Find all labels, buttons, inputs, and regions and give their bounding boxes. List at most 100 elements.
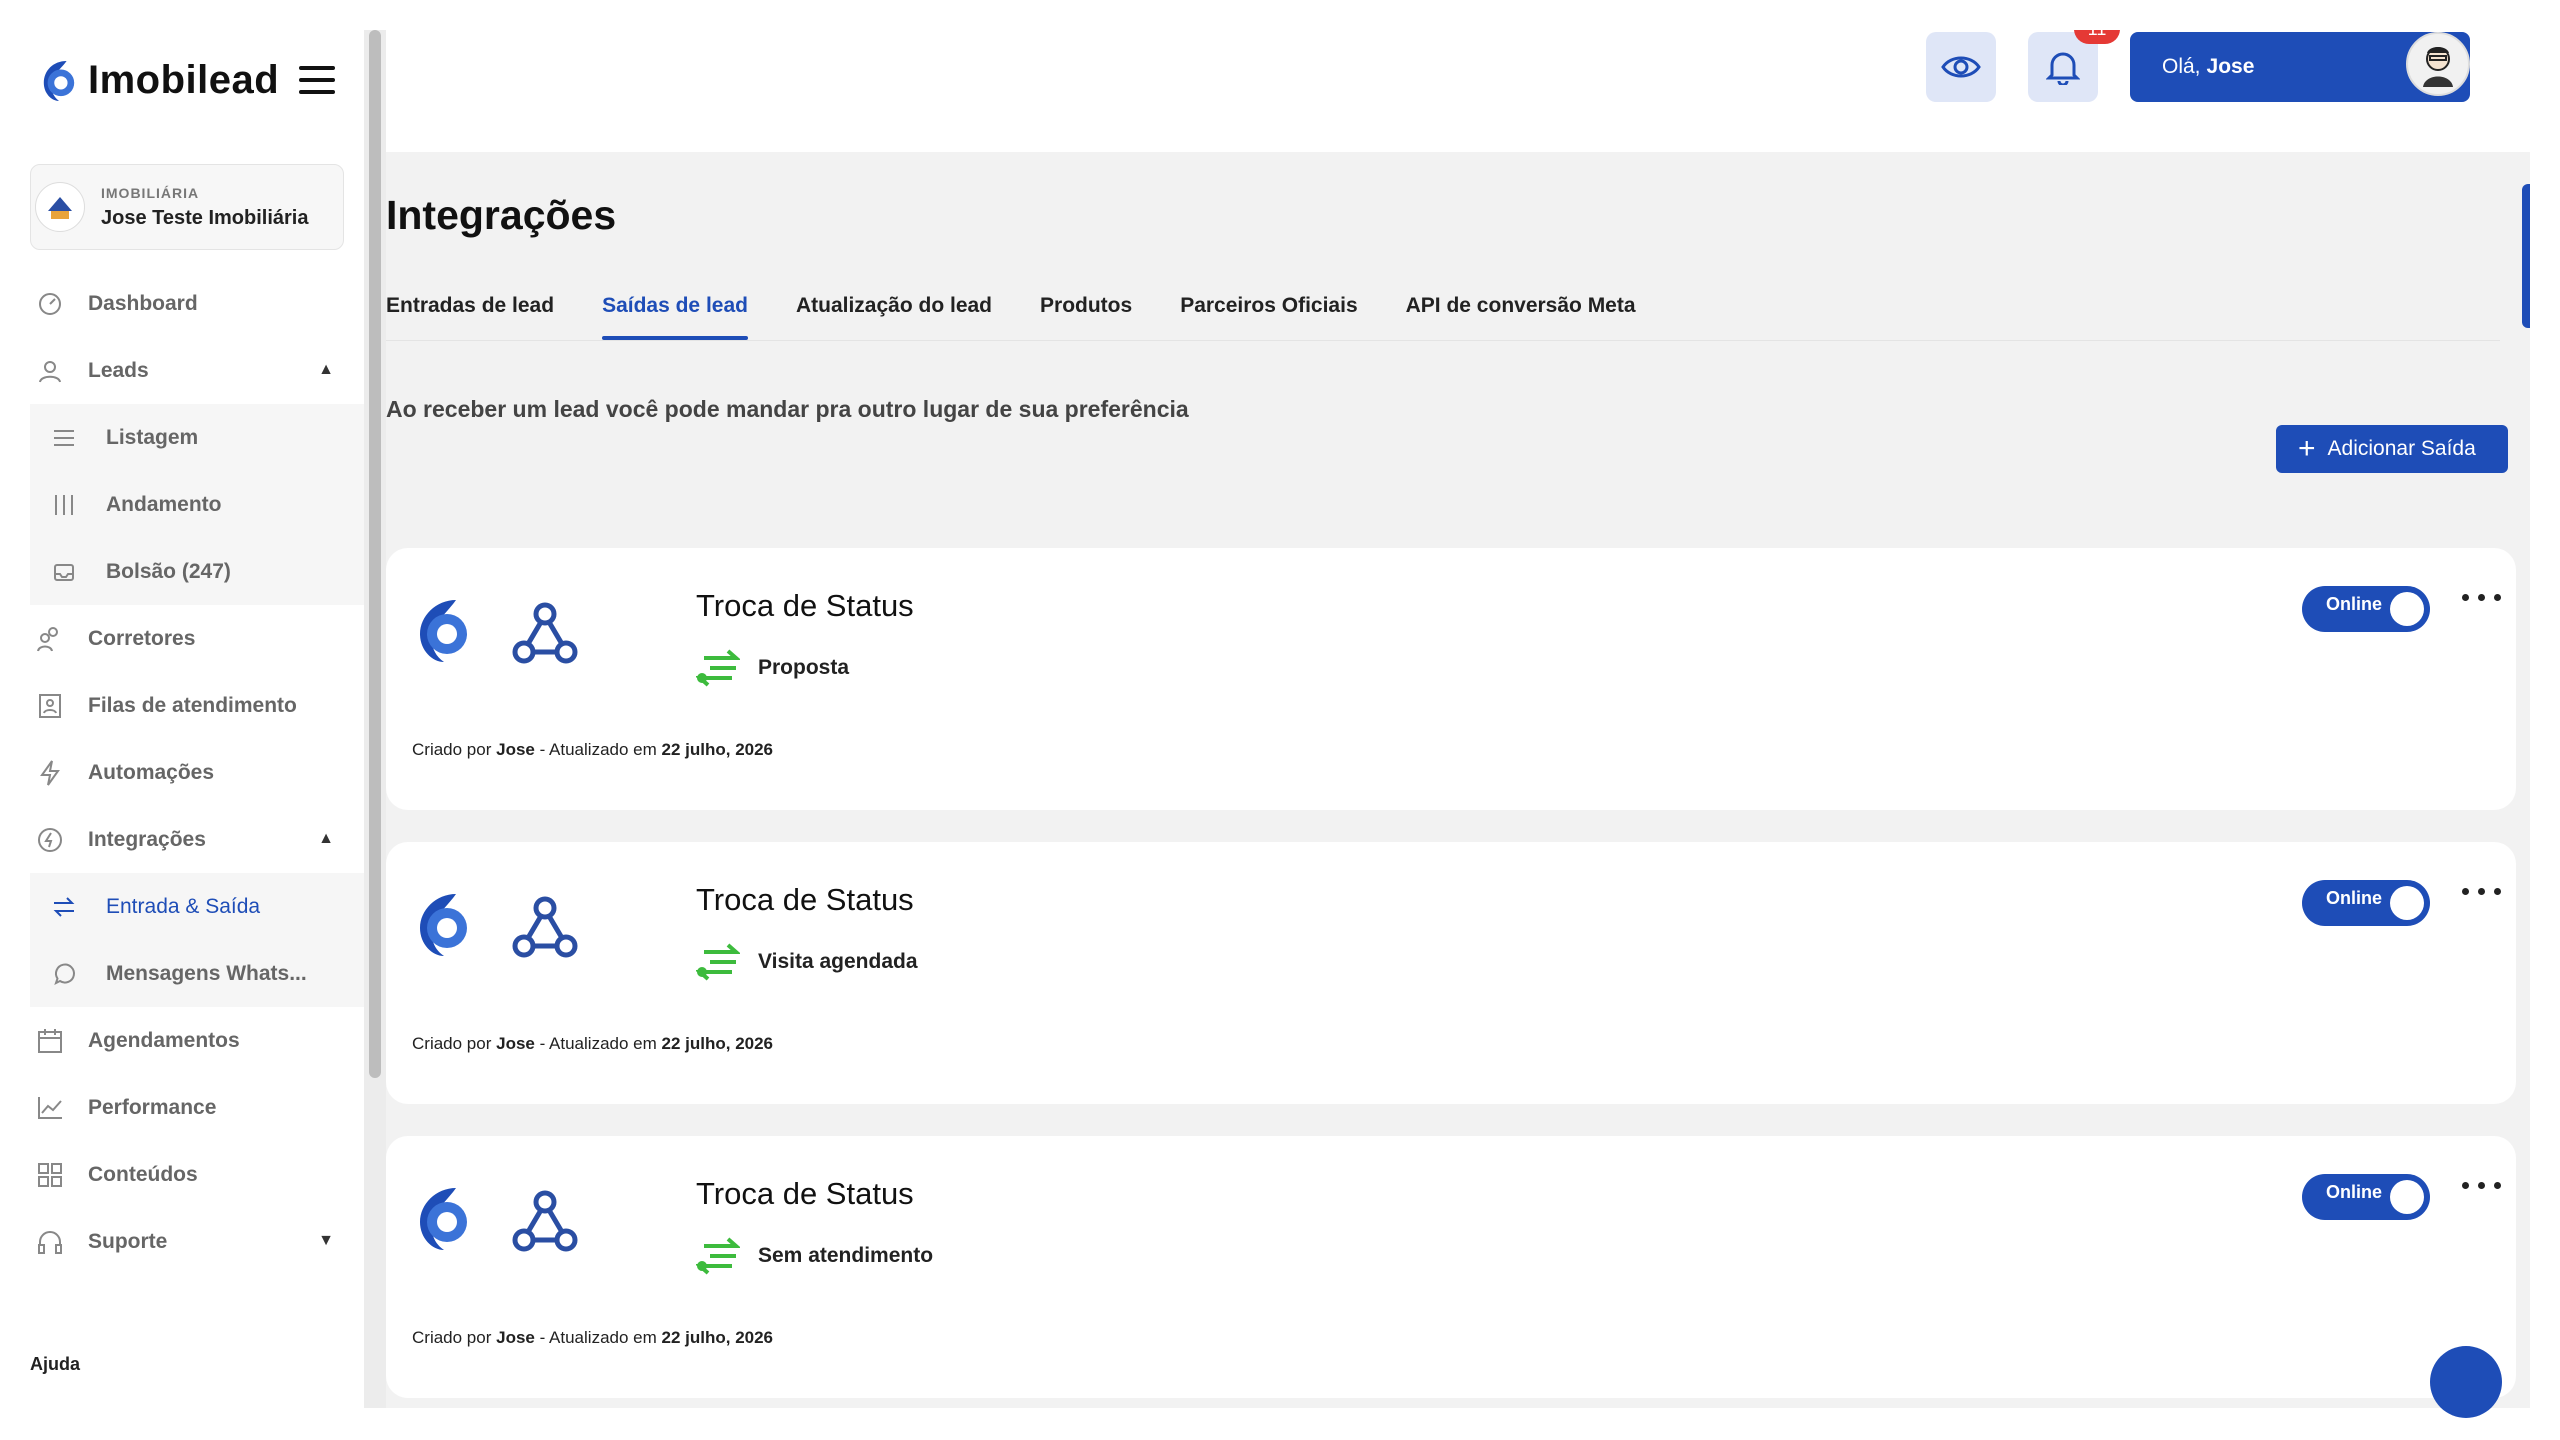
card-status-label: Proposta [758,656,850,679]
sidebar-item-corretores[interactable]: Corretores [30,605,364,672]
imobilead-logo-icon [420,1188,467,1250]
integration-card[interactable]: Troca de Status Proposta Criado por Jose… [386,548,2516,810]
chevron-down-icon[interactable]: ▼ [318,1232,334,1250]
online-toggle[interactable]: Online [2302,1174,2430,1220]
sidebar-item-label: Mensagens Whats... [106,961,307,985]
sidebar-item-andamento[interactable]: Andamento [30,471,364,538]
card-title: Troca de Status [696,1176,914,1211]
updated-at: 22 julho, 2026 [661,1328,774,1347]
sidebar-item-performance[interactable]: Performance [30,1074,364,1141]
integration-tabs: Entradas de lead Saídas de lead Atualiza… [386,290,1636,340]
transfer-arrows-icon [696,943,740,981]
integration-bolt-icon [36,826,64,854]
lightning-icon [36,759,64,787]
agency-selector[interactable]: IMOBILIÁRIA Jose Teste Imobiliária [30,164,344,250]
sidebar-item-label: Agendamentos [88,1028,240,1052]
plus-icon: + [2298,432,2316,465]
updated-prefix: - Atualizado em [539,1328,657,1347]
integracoes-submenu: Entrada & Saída Mensagens Whats... [30,873,364,1007]
created-by: Jose [496,740,535,759]
sidebar-scrollbar[interactable] [369,30,381,1078]
tab-atualizacao[interactable]: Atualização do lead [796,290,992,340]
sidebar-item-label: Filas de atendimento [88,693,297,717]
tab-entradas[interactable]: Entradas de lead [386,290,554,340]
chevron-up-icon[interactable]: ▲ [318,361,334,379]
card-status: Sem atendimento [696,1236,933,1276]
card-status: Proposta [696,648,849,688]
created-prefix: Criado por [412,1328,492,1347]
sidebar-item-label: Corretores [88,626,196,650]
card-title: Troca de Status [696,882,914,917]
tab-produtos[interactable]: Produtos [1040,290,1132,340]
toggle-label: Online [2326,1182,2383,1202]
webhook-icon [512,1190,578,1252]
line-chart-icon [36,1094,64,1122]
online-toggle[interactable]: Online [2302,880,2430,926]
sidebar-item-label: Entrada & Saída [106,894,261,918]
sidebar-item-integracoes[interactable]: Integrações ▲ [30,806,364,873]
toggle-knob [2390,1180,2424,1214]
brand-logo[interactable]: Imobilead [40,52,336,108]
sidebar-item-label: Automações [88,760,215,784]
integration-card[interactable]: Troca de Status Visita agendada Criado p… [386,842,2516,1104]
toggle-label: Online [2326,594,2383,614]
chevron-up-icon[interactable]: ▲ [318,830,334,848]
more-options-icon[interactable] [2462,888,2501,895]
created-by: Jose [496,1034,535,1053]
sidebar: Imobilead IMOBILIÁRIA Jose Teste Imobili… [30,30,364,1408]
created-prefix: Criado por [412,1034,492,1053]
imobilead-logo-icon [420,894,467,956]
integration-card[interactable]: Troca de Status Sem atendimento Criado p… [386,1136,2516,1398]
sidebar-item-leads[interactable]: Leads ▲ [30,337,364,404]
tab-parceiros[interactable]: Parceiros Oficiais [1180,290,1357,340]
add-output-button[interactable]: + Adicionar Saída [2276,425,2508,473]
tab-api-meta[interactable]: API de conversão Meta [1406,290,1636,340]
menu-toggle-icon[interactable] [299,66,336,94]
greeting-text: Olá, [2162,55,2201,78]
more-options-icon[interactable] [2462,1182,2501,1189]
sidebar-item-agendamentos[interactable]: Agendamentos [30,1007,364,1074]
imobilead-logo-icon [43,61,75,101]
notifications-badge: 11 [2074,30,2120,44]
sidebar-item-label: Performance [88,1095,217,1119]
sidebar-item-conteudos[interactable]: Conteúdos [30,1141,364,1208]
headset-icon [36,1228,64,1256]
sidebar-item-suporte[interactable]: Suporte ▼ [30,1208,364,1275]
sidebar-item-filas[interactable]: Filas de atendimento [30,672,364,739]
sidebar-item-label: Integrações [88,827,206,851]
sidebar-item-label: Andamento [106,492,222,516]
sidebar-item-dashboard[interactable]: Dashboard [30,270,364,337]
sidebar-item-label: Listagem [106,425,199,449]
side-panel-tab[interactable] [2522,184,2530,328]
online-toggle[interactable]: Online [2302,586,2430,632]
avatar[interactable] [2406,32,2470,96]
grid-icon [36,1161,64,1189]
list-icon [50,424,78,452]
transfer-arrows-icon [696,649,740,687]
transfer-arrows-icon [696,1237,740,1275]
eye-icon [1941,56,1981,78]
calendar-icon [36,1027,64,1055]
card-title: Troca de Status [696,588,914,623]
help-chat-button[interactable] [2430,1346,2502,1418]
sidebar-item-mensagens[interactable]: Mensagens Whats... [30,940,364,1007]
updated-prefix: - Atualizado em [539,740,657,759]
tab-saidas[interactable]: Saídas de lead [602,290,748,340]
sidebar-item-listagem[interactable]: Listagem [30,404,364,471]
visibility-button[interactable] [1926,32,1996,102]
gauge-icon [36,290,64,318]
created-by: Jose [496,1328,535,1347]
sidebar-item-entrada-saida[interactable]: Entrada & Saída [30,873,364,940]
whatsapp-icon [50,960,78,988]
sidebar-item-bolsao[interactable]: Bolsão (247) [30,538,364,605]
tabs-divider [386,340,2500,341]
sidebar-item-automacoes[interactable]: Automações [30,739,364,806]
more-options-icon[interactable] [2462,594,2501,601]
user-name: Jose [2206,55,2255,78]
webhook-icon [512,896,578,958]
toggle-label: Online [2326,888,2383,908]
sidebar-item-label: Bolsão (247) [106,559,231,583]
help-heading: Ajuda [30,1354,81,1374]
created-prefix: Criado por [412,740,492,759]
toggle-knob [2390,886,2424,920]
